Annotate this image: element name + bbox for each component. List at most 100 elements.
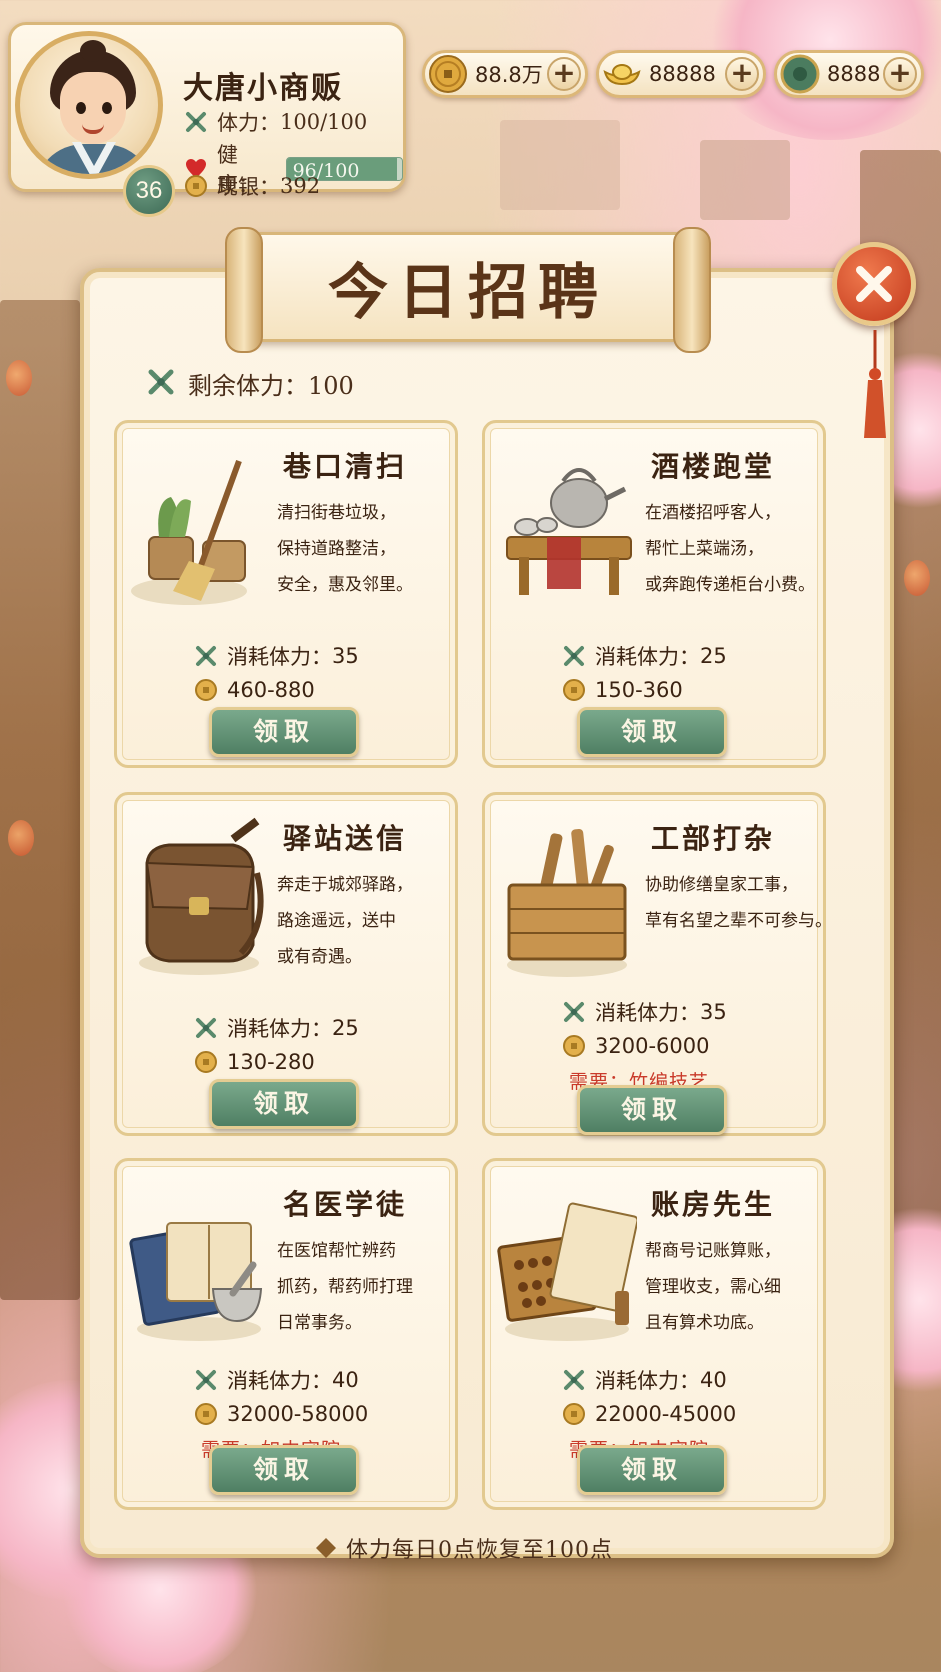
coin-icon xyxy=(561,1033,587,1059)
stamina-row: 体力： 100/100 xyxy=(183,107,367,137)
claim-button[interactable]: 领取 xyxy=(577,1085,727,1135)
job-desc-line: 帮商号记账算账， xyxy=(645,1241,781,1261)
job-desc-line: 管理收支，需心细 xyxy=(645,1277,781,1297)
job-pay: 150-360 xyxy=(561,677,683,703)
job-card[interactable]: 名医学徒 在医馆帮忙辨药 抓药，帮药师打理 日常事务。 消耗体力： 40 32000-580… xyxy=(114,1158,458,1510)
job-desc-line: 安全，惠及邻里。 xyxy=(277,575,413,595)
close-button[interactable] xyxy=(832,242,916,326)
job-title: 账房先生 xyxy=(651,1188,776,1221)
cost-value: 35 xyxy=(332,644,359,668)
footer-text: 体力每日0点恢复至100点 xyxy=(346,1538,613,1563)
job-card[interactable]: 账房先生 帮商号记账算账， 管理收支，需心细 且有算术功底。 消耗体力： 40 22000-… xyxy=(482,1158,826,1510)
job-description: 在医馆帮忙辨药 抓药，帮药师打理 日常事务。 xyxy=(277,1233,453,1341)
stamina-icon xyxy=(561,643,587,669)
coin-icon xyxy=(193,1049,219,1075)
cash-value: 392 xyxy=(280,174,321,198)
cost-label: 消耗体力： xyxy=(595,645,700,669)
job-description: 清扫街巷垃圾， 保持道路整洁， 安全，惠及邻里。 xyxy=(277,495,453,603)
stamina-icon xyxy=(193,643,219,669)
add-copper-button[interactable]: + xyxy=(547,57,581,91)
coin-icon xyxy=(561,1401,587,1427)
add-jade-button[interactable]: + xyxy=(883,57,917,91)
remaining-stamina-text: 剩余体力：100 xyxy=(188,372,354,400)
cost-value: 35 xyxy=(700,1000,727,1024)
title-banner: 今日招聘 xyxy=(225,227,711,353)
broom-bucket-icon xyxy=(129,441,259,611)
stamina-icon xyxy=(561,999,587,1025)
job-title: 酒楼跑堂 xyxy=(651,450,776,483)
cost-value: 40 xyxy=(700,1368,727,1392)
job-desc-line: 或奔跑传递柜台小费。 xyxy=(645,575,815,595)
add-gold-button[interactable]: + xyxy=(725,57,759,91)
claim-button[interactable]: 领取 xyxy=(209,707,359,757)
job-card[interactable]: 巷口清扫清扫街巷垃圾， 保持道路整洁， 安全，惠及邻里。消耗体力： 35 460-880… xyxy=(114,420,458,768)
currency-gold: 88888 + xyxy=(596,50,766,98)
cost-label: 消耗体力： xyxy=(595,1001,700,1025)
player-name: 大唐小商贩 xyxy=(183,71,343,106)
job-card[interactable]: 驿站送信 奔走于城郊驿路， 路途遥远，送中 或有奇遇。 消耗体力： 25 130-280 领取 xyxy=(114,792,458,1136)
coin-icon xyxy=(183,173,209,199)
coin-icon xyxy=(193,677,219,703)
job-card[interactable]: 工部打杂 协助修缮皇家工事， 草有名望之辈不可参与。 消耗体力： 35 3200-6000… xyxy=(482,792,832,1136)
job-pay: 130-280 xyxy=(193,1049,315,1075)
remaining-stamina: 剩余体力：100 xyxy=(146,366,354,401)
cost-value: 40 xyxy=(332,1368,359,1392)
stamina-icon xyxy=(183,109,209,135)
job-pay: 22000-45000 xyxy=(561,1401,736,1427)
job-stamina-cost: 消耗体力： 40 xyxy=(193,1365,359,1395)
job-description: 帮商号记账算账， 管理收支，需心细 且有算术功底。 xyxy=(645,1233,821,1341)
abacus-ledger-icon xyxy=(497,1179,639,1349)
diamond-icon xyxy=(316,1538,336,1558)
job-stamina-cost: 消耗体力： 40 xyxy=(561,1365,727,1395)
job-title: 巷口清扫 xyxy=(283,450,408,483)
job-desc-line: 抓药，帮药师打理 xyxy=(277,1277,413,1297)
currency-jade: 8888 + xyxy=(774,50,924,98)
job-pay: 460-880 xyxy=(193,677,315,703)
player-card[interactable]: 36 大唐小商贩 体力： 100/100 健康： 96/100 现银： 392 xyxy=(8,22,406,217)
stamina-icon xyxy=(193,1015,219,1041)
job-desc-line: 或有奇遇。 xyxy=(277,947,362,967)
job-title: 驿站送信 xyxy=(283,822,408,855)
stamina-icon xyxy=(193,1367,219,1393)
cost-label: 消耗体力： xyxy=(227,1369,332,1393)
panel-title: 今日招聘 xyxy=(328,257,608,328)
pay-value: 22000-45000 xyxy=(595,1402,737,1426)
claim-button[interactable]: 领取 xyxy=(577,707,727,757)
level-badge: 36 xyxy=(123,165,175,217)
jade-value: 8888 xyxy=(827,62,881,86)
job-desc-line: 在医馆帮忙辨药 xyxy=(277,1241,396,1261)
jade-coin-icon xyxy=(779,53,821,95)
job-pay: 3200-6000 xyxy=(561,1033,709,1059)
claim-button[interactable]: 领取 xyxy=(209,1079,359,1129)
job-desc-line: 日常事务。 xyxy=(277,1313,362,1333)
claim-button[interactable]: 领取 xyxy=(577,1445,727,1495)
stamina-value: 100/100 xyxy=(280,110,368,134)
copper-value: 88.8万 xyxy=(475,63,543,87)
copper-coin-icon xyxy=(427,53,469,95)
cost-label: 消耗体力： xyxy=(227,645,332,669)
pay-value: 3200-6000 xyxy=(595,1034,710,1058)
pay-value: 150-360 xyxy=(595,678,683,702)
job-card[interactable]: 酒楼跑堂 在酒楼招呼客人， 帮忙上菜端汤， 或奔跑传递柜台小费。 消耗体力： 25 150-… xyxy=(482,420,826,768)
gold-ingot-icon xyxy=(601,53,643,95)
stamina-icon xyxy=(561,1367,587,1393)
job-desc-line: 保持道路整洁， xyxy=(277,539,396,559)
cost-label: 消耗体力： xyxy=(227,1017,332,1041)
job-desc-line: 草有名望之辈不可参与。 xyxy=(645,911,832,931)
pay-value: 130-280 xyxy=(227,1050,315,1074)
job-pay: 32000-58000 xyxy=(193,1401,368,1427)
job-description: 协助修缮皇家工事， 草有名望之辈不可参与。 xyxy=(645,867,832,939)
cash-label: 现银： xyxy=(217,175,280,199)
tassel-decoration xyxy=(864,330,886,438)
stamina-icon xyxy=(146,367,180,401)
job-stamina-cost: 消耗体力： 25 xyxy=(193,1013,359,1043)
currency-copper: 88.8万 + xyxy=(422,50,588,98)
messenger-bag-icon xyxy=(129,813,264,983)
coin-icon xyxy=(193,1401,219,1427)
close-icon xyxy=(856,266,892,302)
medicine-book-mortar-icon xyxy=(129,1179,263,1349)
gold-value: 88888 xyxy=(649,62,716,86)
job-desc-line: 清扫街巷垃圾， xyxy=(277,503,396,523)
player-avatar[interactable] xyxy=(15,31,163,179)
claim-button[interactable]: 领取 xyxy=(209,1445,359,1495)
